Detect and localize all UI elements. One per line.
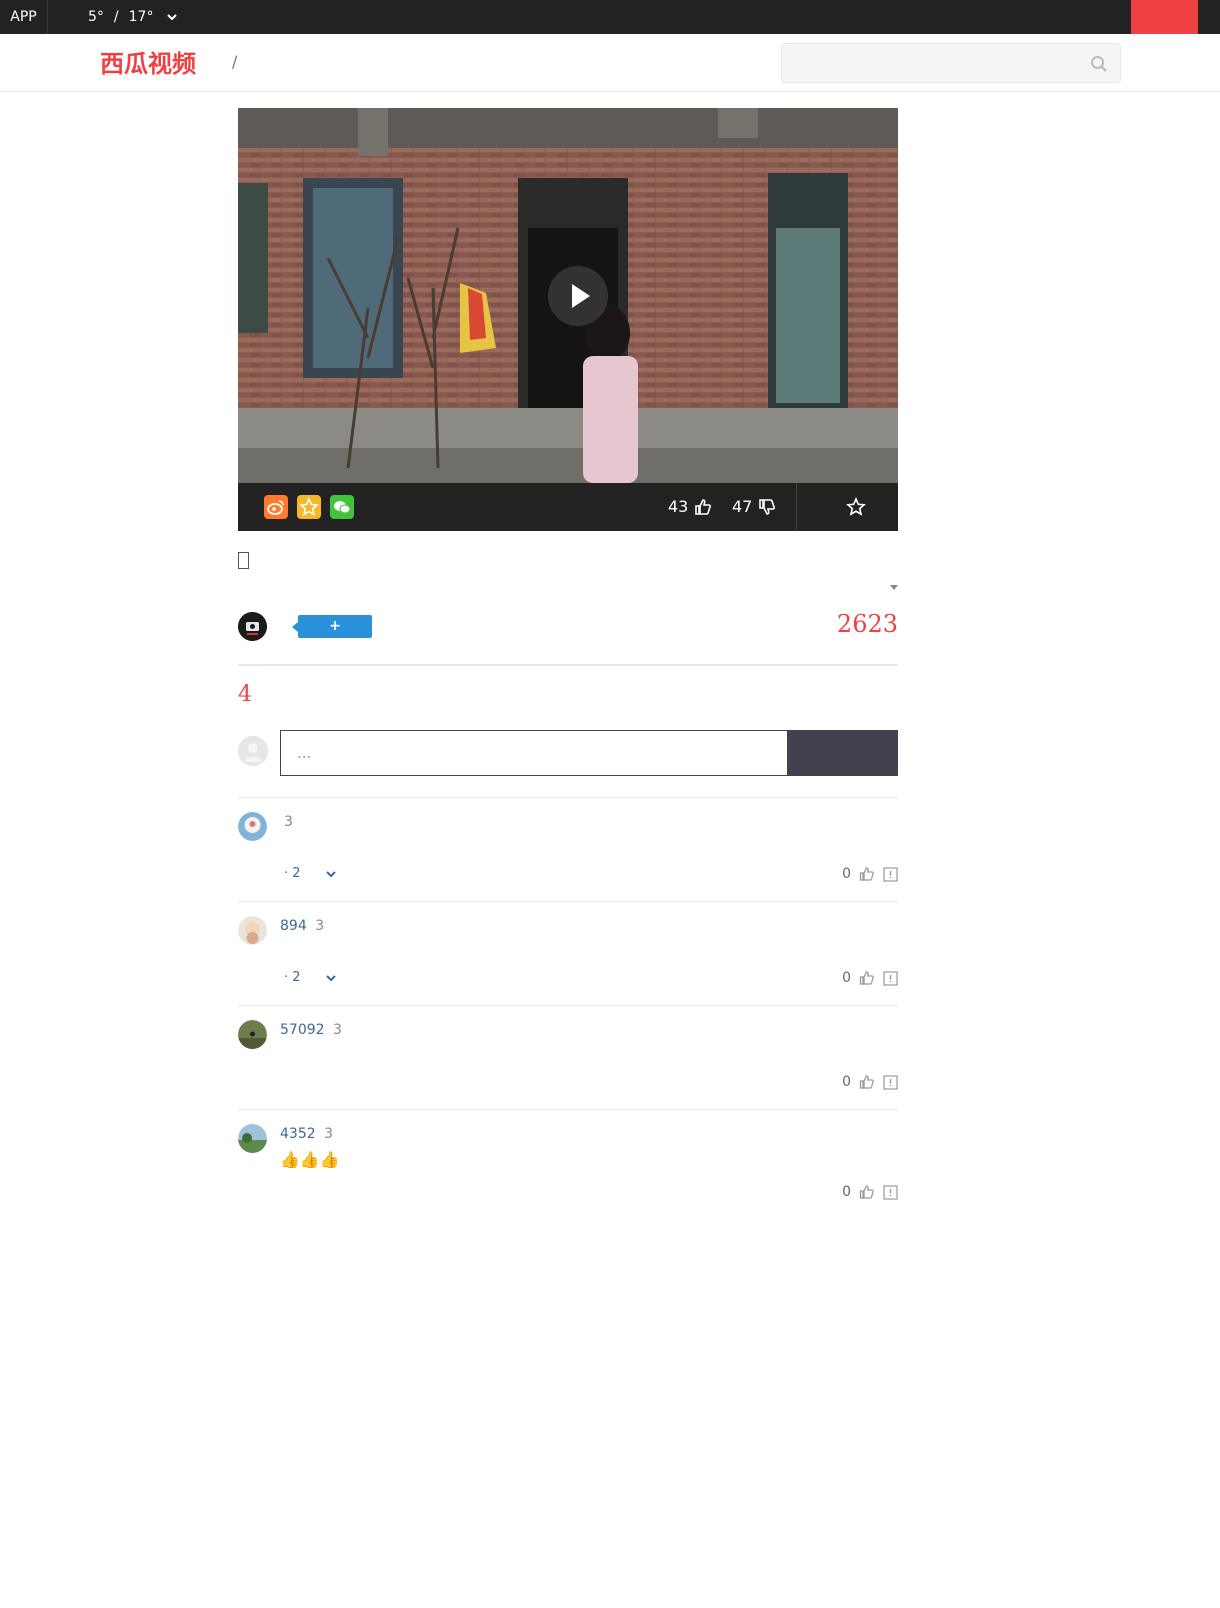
report-icon[interactable] <box>883 866 898 882</box>
qzone-icon <box>299 497 319 517</box>
dislike-button[interactable]: 47 <box>732 483 776 531</box>
comment-username[interactable]: 4352 <box>280 1126 316 1142</box>
comment-body: 👍👍👍 <box>280 1150 340 1169</box>
like-button[interactable]: 43 <box>668 483 712 531</box>
favorite-star-icon[interactable] <box>846 497 866 517</box>
video-action-bar: 43 47 <box>238 483 898 531</box>
comment-like-count: 0 <box>842 1184 851 1200</box>
weather-widget[interactable]: 5° / 17° <box>88 0 179 34</box>
report-icon[interactable] <box>883 1184 898 1200</box>
comment-time: 3 <box>284 814 293 830</box>
search-icon[interactable] <box>1090 55 1108 73</box>
action-divider <box>796 483 797 531</box>
expand-description-icon[interactable] <box>890 585 898 590</box>
comment-item: 57092 3 0 <box>238 1005 898 1109</box>
dislike-count: 47 <box>732 497 753 516</box>
chevron-down-icon <box>167 14 178 21</box>
weibo-icon <box>267 500 284 515</box>
comment-like-count: 0 <box>842 1074 851 1090</box>
comment-meta: 894 3 <box>280 918 324 934</box>
follow-button[interactable]: + <box>292 615 372 638</box>
camera-avatar-icon <box>238 612 267 641</box>
site-header: 西瓜视频 / <box>0 34 1220 92</box>
chevron-down-icon <box>325 974 336 981</box>
view-replies-link[interactable]: · 2 <box>284 970 337 985</box>
thumbs-up-icon[interactable] <box>859 866 875 882</box>
view-replies-link[interactable]: · 2 <box>284 866 337 881</box>
commenter-avatar[interactable] <box>238 812 267 841</box>
thumbs-up-icon[interactable] <box>859 970 875 986</box>
current-user-avatar <box>238 736 268 766</box>
top-bar: APP 5° / 17° <box>0 0 1220 34</box>
commenter-avatar[interactable] <box>238 916 267 945</box>
weibo-share-button[interactable] <box>264 495 288 519</box>
like-count: 43 <box>668 497 689 516</box>
temp-separator: / <box>113 9 119 25</box>
brand-text: 西瓜视频 <box>100 50 196 78</box>
comment-input[interactable]: ... <box>280 730 788 776</box>
login-button[interactable] <box>1131 0 1198 34</box>
comment-actions: 0 <box>842 1074 898 1090</box>
commenter-avatar[interactable] <box>238 1020 267 1049</box>
author-avatar[interactable] <box>238 612 267 641</box>
comment-username[interactable]: 57092 <box>280 1022 325 1038</box>
search-input[interactable] <box>782 44 1072 82</box>
comment-item: 4352 3 👍👍👍 0 <box>238 1109 898 1219</box>
play-icon <box>572 284 590 308</box>
temp-high: 17° <box>128 9 154 25</box>
xigua-logo[interactable]: 西瓜视频 <box>100 47 210 79</box>
comment-meta: 4352 3 <box>280 1126 333 1142</box>
commenter-avatar[interactable] <box>238 1124 267 1153</box>
report-icon[interactable] <box>883 970 898 986</box>
section-divider <box>238 664 898 666</box>
comment-submit-button[interactable] <box>787 730 898 776</box>
view-count: 2623 <box>836 610 898 638</box>
comment-meta: 3 <box>280 814 293 830</box>
comment-actions: 0 <box>842 1184 898 1200</box>
comment-time: 3 <box>324 1126 334 1142</box>
comment-actions: 0 <box>842 970 898 986</box>
video-title <box>238 552 249 569</box>
comment-username[interactable]: 894 <box>280 918 307 934</box>
chevron-down-icon <box>325 870 336 877</box>
reply-count: · 2 <box>284 866 301 881</box>
temp-low: 5° <box>88 9 104 25</box>
video-player[interactable] <box>238 108 898 483</box>
comment-like-count: 0 <box>842 866 851 882</box>
report-icon[interactable] <box>883 1074 898 1090</box>
app-download-link[interactable]: APP <box>0 0 48 34</box>
reply-count: · 2 <box>284 970 301 985</box>
comment-like-count: 0 <box>842 970 851 986</box>
comment-item: 894 3 · 2 0 <box>238 901 898 1005</box>
comment-time: 3 <box>333 1022 342 1038</box>
comment-count: 4 <box>238 682 252 707</box>
breadcrumb-separator: / <box>232 52 238 71</box>
wechat-share-button[interactable] <box>330 495 354 519</box>
comment-meta: 57092 3 <box>280 1022 342 1038</box>
play-button[interactable] <box>548 266 608 326</box>
comment-item: 3 · 2 0 <box>238 797 898 901</box>
comment-actions: 0 <box>842 866 898 882</box>
search-box <box>781 43 1121 83</box>
thumbs-up-icon <box>695 499 712 515</box>
default-avatar-icon <box>238 736 268 766</box>
thumbs-up-icon[interactable] <box>859 1074 875 1090</box>
thumbs-down-icon <box>759 499 776 515</box>
comment-time: 3 <box>315 918 325 934</box>
wechat-icon <box>334 501 351 514</box>
qzone-share-button[interactable] <box>297 495 321 519</box>
thumbs-up-icon[interactable] <box>859 1184 875 1200</box>
